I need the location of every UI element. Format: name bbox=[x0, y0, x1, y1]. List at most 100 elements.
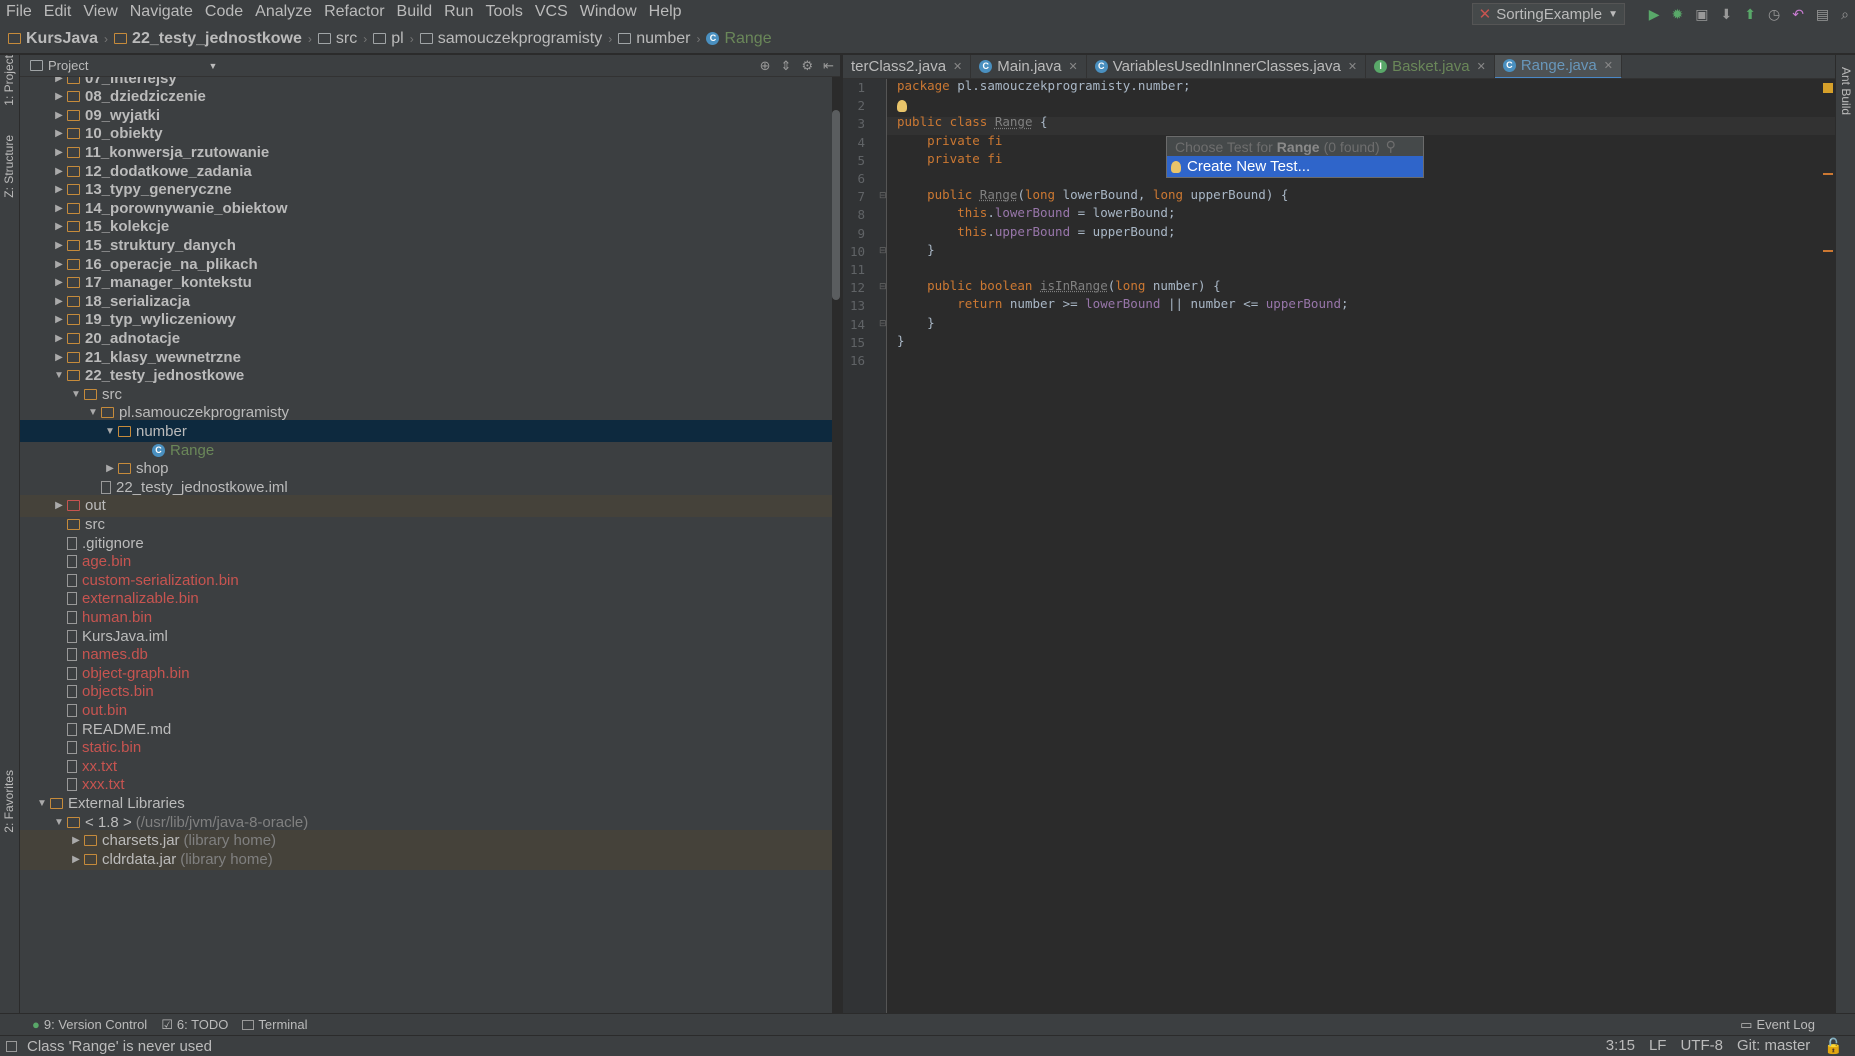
expand-arrow-icon[interactable]: ▶ bbox=[51, 184, 67, 195]
expand-arrow-icon[interactable]: ▶ bbox=[51, 500, 67, 511]
todo-tab[interactable]: ☑ 6: TODO bbox=[161, 1017, 228, 1033]
expand-arrow-icon[interactable]: ▶ bbox=[68, 835, 84, 846]
structure-tool-tab[interactable]: Z: Structure bbox=[2, 135, 16, 198]
revert-icon[interactable]: ↶ bbox=[1792, 6, 1804, 23]
menu-window[interactable]: Window bbox=[580, 3, 637, 21]
code-line[interactable]: } bbox=[897, 241, 935, 259]
editor-tab[interactable]: C Main.java ✕ bbox=[971, 55, 1087, 78]
editor-tab[interactable]: I Basket.java ✕ bbox=[1366, 55, 1495, 78]
expand-arrow-icon[interactable]: ▶ bbox=[51, 221, 67, 232]
expand-arrow-icon[interactable]: ▶ bbox=[51, 259, 67, 270]
debug-icon[interactable]: ✹ bbox=[1672, 6, 1684, 23]
editor-tab[interactable]: terClass2.java ✕ bbox=[843, 55, 972, 78]
line-separator[interactable]: LF bbox=[1649, 1037, 1667, 1055]
tree-item[interactable]: ▶ cldrdata.jar (library home) bbox=[20, 848, 832, 871]
expand-arrow-icon[interactable]: ▶ bbox=[51, 77, 67, 84]
create-new-test-item[interactable]: Create New Test... bbox=[1167, 156, 1423, 177]
project-tree-scrollbar[interactable] bbox=[832, 110, 840, 300]
code-line[interactable]: this.upperBound = upperBound; bbox=[897, 223, 1175, 241]
run-icon[interactable]: ▶ bbox=[1649, 6, 1660, 23]
search-icon[interactable]: ⌕ bbox=[1841, 6, 1849, 23]
vcs-commit-icon[interactable]: ⬆ bbox=[1744, 6, 1756, 23]
code-line[interactable]: package pl.samouczekprogramisty.number; bbox=[897, 77, 1191, 95]
expand-arrow-icon[interactable]: ▶ bbox=[51, 110, 67, 121]
event-log-tab[interactable]: ▭ Event Log bbox=[1740, 1017, 1815, 1033]
menu-build[interactable]: Build bbox=[397, 3, 433, 21]
file-encoding[interactable]: UTF-8 bbox=[1680, 1037, 1723, 1055]
project-panel-title[interactable]: Project bbox=[48, 58, 88, 73]
close-icon[interactable]: ✕ bbox=[1604, 59, 1613, 72]
menu-edit[interactable]: Edit bbox=[44, 3, 72, 21]
code-line[interactable]: public class Range { bbox=[897, 113, 1048, 131]
warning-stripe-marker[interactable] bbox=[1823, 173, 1833, 175]
menu-navigate[interactable]: Navigate bbox=[130, 3, 193, 21]
code-line[interactable]: this.lowerBound = lowerBound; bbox=[897, 204, 1175, 222]
expand-arrow-icon[interactable]: ▶ bbox=[51, 203, 67, 214]
fold-icon[interactable]: ⊟ bbox=[879, 245, 887, 256]
caret-position[interactable]: 3:15 bbox=[1606, 1037, 1635, 1055]
expand-arrow-icon[interactable]: ▶ bbox=[102, 463, 118, 474]
hide-icon[interactable]: ⇤ bbox=[823, 58, 834, 74]
pin-icon[interactable]: ⚲ bbox=[1386, 138, 1396, 155]
menu-analyze[interactable]: Analyze bbox=[255, 3, 312, 21]
code-line[interactable]: public Range(long lowerBound, long upper… bbox=[897, 186, 1288, 204]
expand-arrow-icon[interactable]: ▶ bbox=[51, 91, 67, 102]
vcs-update-icon[interactable]: ⬇ bbox=[1721, 6, 1733, 23]
warning-stripe-marker[interactable] bbox=[1823, 250, 1833, 252]
expand-arrow-icon[interactable]: ▶ bbox=[68, 854, 84, 865]
breadcrumb-item[interactable]: C Range bbox=[706, 30, 772, 48]
menu-run[interactable]: Run bbox=[444, 3, 473, 21]
collapse-arrow-icon[interactable]: ▼ bbox=[51, 817, 67, 828]
expand-arrow-icon[interactable]: ▶ bbox=[51, 296, 67, 307]
code-line[interactable]: } bbox=[897, 332, 905, 350]
project-structure-icon[interactable]: ▤ bbox=[1816, 6, 1829, 23]
collapse-arrow-icon[interactable]: ▼ bbox=[51, 370, 67, 381]
close-icon[interactable]: ✕ bbox=[953, 60, 962, 73]
status-toggle-icon[interactable] bbox=[6, 1040, 17, 1052]
menu-tools[interactable]: Tools bbox=[485, 3, 522, 21]
vcs-history-icon[interactable]: ◷ bbox=[1768, 6, 1780, 23]
close-icon[interactable]: ✕ bbox=[1348, 60, 1357, 73]
close-icon[interactable]: ✕ bbox=[1477, 60, 1486, 73]
editor-tab[interactable]: C VariablesUsedInInnerClasses.java ✕ bbox=[1087, 55, 1367, 78]
menu-file[interactable]: File bbox=[6, 3, 32, 21]
breadcrumb-item[interactable]: KursJava › bbox=[8, 30, 108, 48]
run-configuration-select[interactable]: ✕ SortingExample ▼ bbox=[1471, 3, 1625, 25]
collapse-arrow-icon[interactable]: ▼ bbox=[85, 407, 101, 418]
expand-arrow-icon[interactable]: ▶ bbox=[51, 128, 67, 139]
gear-icon[interactable]: ⚙ bbox=[801, 58, 813, 74]
menu-vcs[interactable]: VCS bbox=[535, 3, 568, 21]
menu-refactor[interactable]: Refactor bbox=[324, 3, 384, 21]
git-branch[interactable]: Git: master bbox=[1737, 1037, 1810, 1055]
expand-arrow-icon[interactable]: ▶ bbox=[51, 352, 67, 363]
chevron-down-icon[interactable]: ▼ bbox=[208, 61, 217, 71]
code-line[interactable]: private fi bbox=[897, 132, 1002, 150]
collapse-arrow-icon[interactable]: ▼ bbox=[34, 798, 50, 809]
fold-icon[interactable]: ⊟ bbox=[879, 281, 887, 292]
coverage-icon[interactable]: ▣ bbox=[1695, 6, 1708, 23]
menu-code[interactable]: Code bbox=[205, 3, 243, 21]
menu-view[interactable]: View bbox=[83, 3, 117, 21]
menu-help[interactable]: Help bbox=[649, 3, 682, 21]
collapse-arrow-icon[interactable]: ▼ bbox=[68, 389, 84, 400]
expand-arrow-icon[interactable]: ▶ bbox=[51, 333, 67, 344]
breadcrumb-item[interactable]: number › bbox=[618, 30, 700, 48]
expand-arrow-icon[interactable]: ▶ bbox=[51, 147, 67, 158]
expand-arrow-icon[interactable]: ▶ bbox=[51, 166, 67, 177]
locate-icon[interactable]: ⊕ bbox=[760, 58, 771, 74]
collapse-arrow-icon[interactable]: ▼ bbox=[102, 426, 118, 437]
fold-icon[interactable]: ⊟ bbox=[879, 318, 887, 329]
ant-build-tool-tab[interactable]: Ant Build bbox=[1839, 67, 1853, 115]
breadcrumb-item[interactable]: pl › bbox=[373, 30, 414, 48]
breadcrumb-item[interactable]: 22_testy_jednostkowe › bbox=[114, 30, 312, 48]
expand-arrow-icon[interactable]: ▶ bbox=[51, 314, 67, 325]
breadcrumb-item[interactable]: src › bbox=[317, 30, 367, 48]
editor-tab[interactable]: C Range.java ✕ bbox=[1494, 55, 1622, 78]
favorites-tool-tab[interactable]: 2: Favorites bbox=[2, 770, 16, 833]
warning-indicator-icon[interactable] bbox=[1823, 83, 1833, 93]
project-tool-tab[interactable]: 1: Project bbox=[2, 55, 16, 106]
code-editor[interactable]: 1 2 3 4 5 6 7 8 9 10 11 12 13 14 15 16 ⊟ ⊟ ⊟ ⊟ package pl.s… bbox=[843, 77, 1835, 1013]
version-control-tab[interactable]: ● 9: Version Control bbox=[32, 1017, 147, 1032]
lock-icon[interactable]: 🔓 bbox=[1824, 1037, 1843, 1055]
fold-icon[interactable]: ⊟ bbox=[879, 190, 887, 201]
